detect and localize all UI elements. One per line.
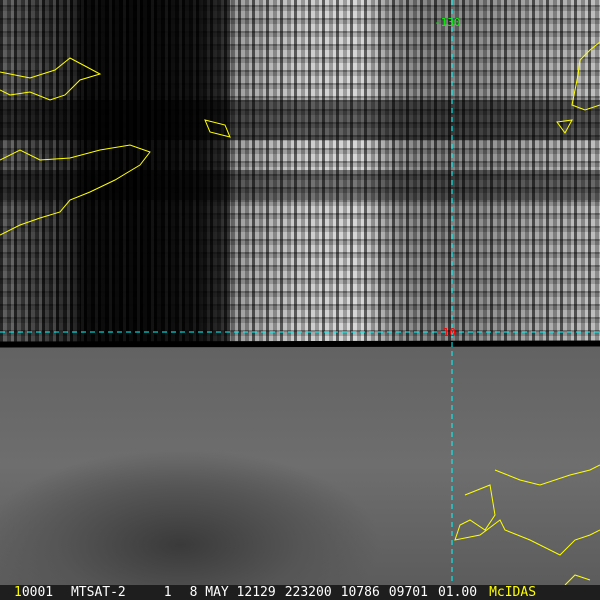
band-number: 1 — [163, 585, 172, 600]
line-number: 10786 — [340, 585, 380, 600]
satellite-name: MTSAT-2 — [70, 585, 126, 600]
status-bar: 10001 MTSAT-2 1 8 MAY 12129 223200 10786 0970… — [0, 585, 600, 600]
image-number: 0001 — [21, 585, 54, 600]
latitude-label: -10 — [436, 326, 456, 339]
mcidas-logo: McIDAS — [489, 585, 537, 600]
satellite-image-viewer: -130 -10 10001 MTSAT-2 1 8 MAY 12129 223200… — [0, 0, 600, 600]
longitude-label: -130 — [434, 16, 461, 29]
time: 223200 — [284, 585, 332, 600]
map-overlay: -130 -10 — [0, 0, 600, 586]
frame-number: 1 — [14, 585, 22, 600]
coastlines — [0, 41, 600, 586]
magnification: 01.00 — [437, 585, 478, 600]
date: 8 MAY 12129 — [189, 585, 276, 600]
element-number: 09701 — [388, 585, 428, 600]
